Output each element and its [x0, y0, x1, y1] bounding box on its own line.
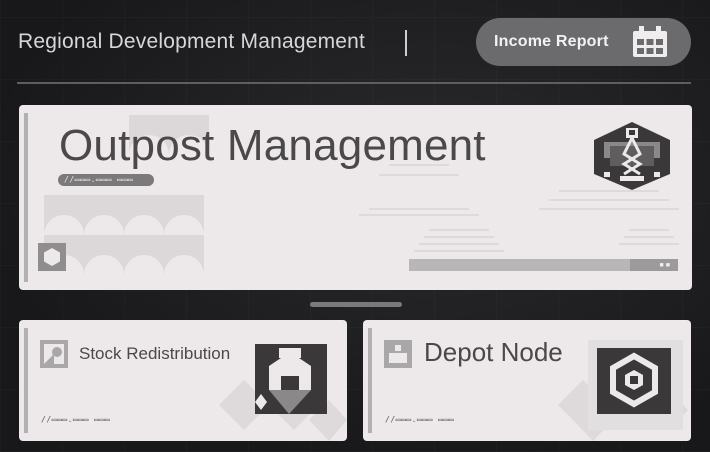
- page-title: Regional Development Management: [18, 30, 366, 53]
- card-scroll-handle[interactable]: [310, 302, 402, 307]
- progress-dots-icon: ■■: [659, 262, 672, 269]
- income-report-label: Income Report: [494, 33, 609, 50]
- depot-node-icon: [384, 340, 412, 368]
- stock-redistribution-emblem-icon: [255, 344, 327, 414]
- title-divider: [405, 30, 407, 56]
- depot-node-card[interactable]: Depot Node //▭▭▭.▭▭▭ ▭▭▭: [363, 320, 691, 441]
- stock-redistribution-title: Stock Redistribution: [79, 344, 231, 363]
- outpost-progress-bar: ■■: [409, 259, 678, 271]
- card-accent-bar: [24, 113, 28, 282]
- stock-redistribution-icon: [40, 340, 68, 368]
- card-accent-bar: [24, 328, 28, 433]
- header: Regional Development Management Income R…: [0, 0, 710, 84]
- outpost-code-label: //▭▭▭.▭▭▭ ▭▭▭: [58, 174, 154, 186]
- header-divider: [17, 82, 691, 84]
- depot-node-emblem-icon: [597, 348, 671, 414]
- depot-code-label: //▭▭▭.▭▭▭ ▭▭▭: [385, 415, 455, 424]
- outpost-progress-fill: [409, 259, 630, 271]
- depot-node-title: Depot Node: [424, 337, 563, 367]
- outpost-management-card[interactable]: Outpost Management //▭▭▭.▭▭▭ ▭▭▭ ■■: [19, 105, 692, 290]
- income-report-button[interactable]: Income Report: [476, 18, 691, 66]
- outpost-management-title: Outpost Management: [59, 121, 486, 170]
- hexagon-icon: [38, 243, 66, 271]
- outpost-emblem-icon: [594, 122, 670, 190]
- stock-code-label: //▭▭▭.▭▭▭ ▭▭▭: [41, 415, 111, 424]
- calendar-icon: [633, 26, 667, 57]
- card-accent-bar: [368, 328, 372, 433]
- stock-redistribution-card[interactable]: Stock Redistribution //▭▭▭.▭▭▭ ▭▭▭: [19, 320, 347, 441]
